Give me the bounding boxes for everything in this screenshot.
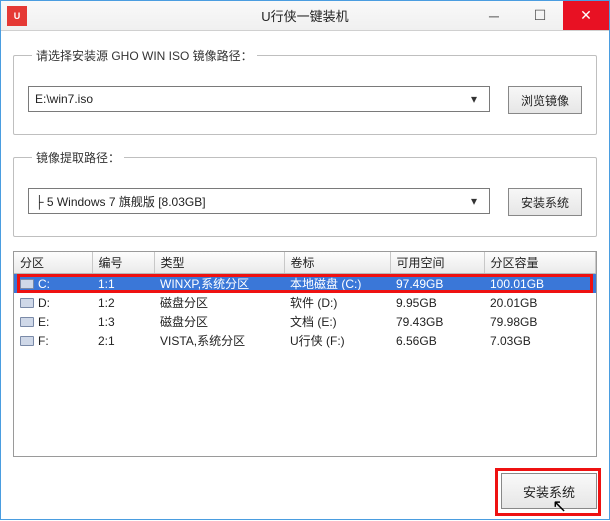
col-size[interactable]: 分区容量 (484, 252, 596, 274)
drive-icon (20, 317, 34, 327)
close-button[interactable]: ✕ (563, 1, 609, 30)
partition-table: 分区 编号 类型 卷标 可用空间 分区容量 C:1:1WINXP,系统分区本地磁… (14, 252, 596, 350)
app-window: U U行侠一键装机 ─ ☐ ✕ 请选择安装源 GHO WIN ISO 镜像路径：… (0, 0, 610, 520)
install-system-button-top[interactable]: 安装系统 (508, 188, 582, 216)
table-header-row: 分区 编号 类型 卷标 可用空间 分区容量 (14, 252, 596, 274)
extract-path-dropdown[interactable]: ├ 5 Windows 7 旗舰版 [8.03GB] ▾ (28, 188, 490, 214)
titlebar: U U行侠一键装机 ─ ☐ ✕ (1, 1, 609, 31)
partition-table-container: 分区 编号 类型 卷标 可用空间 分区容量 C:1:1WINXP,系统分区本地磁… (13, 251, 597, 457)
app-icon: U (7, 6, 27, 26)
browse-image-button[interactable]: 浏览镜像 (508, 86, 582, 114)
chevron-down-icon: ▾ (465, 194, 483, 208)
drive-icon (20, 336, 34, 346)
maximize-button[interactable]: ☐ (517, 1, 563, 30)
footer-bar: 安装系统 ↖ (13, 473, 597, 509)
window-controls: ─ ☐ ✕ (471, 1, 609, 30)
table-row[interactable]: E:1:3磁盘分区文档 (E:)79.43GB79.98GB (14, 312, 596, 331)
source-legend: 请选择安装源 GHO WIN ISO 镜像路径： (32, 47, 257, 64)
install-system-button-main[interactable]: 安装系统 ↖ (501, 473, 597, 509)
table-row[interactable]: F:2:1VISTA,系统分区U行侠 (F:)6.56GB7.03GB (14, 331, 596, 350)
source-group: 请选择安装源 GHO WIN ISO 镜像路径： E:\win7.iso ▾ 浏… (13, 47, 597, 135)
col-partition[interactable]: 分区 (14, 252, 92, 274)
table-row[interactable]: D:1:2磁盘分区软件 (D:)9.95GB20.01GB (14, 293, 596, 312)
drive-icon (20, 298, 34, 308)
source-path-dropdown[interactable]: E:\win7.iso ▾ (28, 86, 490, 112)
minimize-button[interactable]: ─ (471, 1, 517, 30)
col-type[interactable]: 类型 (154, 252, 284, 274)
chevron-down-icon: ▾ (465, 92, 483, 106)
drive-icon (20, 279, 34, 289)
extract-legend: 镜像提取路径： (32, 149, 124, 166)
col-free[interactable]: 可用空间 (390, 252, 484, 274)
extract-group: 镜像提取路径： ├ 5 Windows 7 旗舰版 [8.03GB] ▾ 安装系… (13, 149, 597, 237)
col-label[interactable]: 卷标 (284, 252, 390, 274)
table-row[interactable]: C:1:1WINXP,系统分区本地磁盘 (C:)97.49GB100.01GB (14, 274, 596, 294)
extract-path-value: ├ 5 Windows 7 旗舰版 [8.03GB] (35, 193, 465, 210)
source-path-value: E:\win7.iso (35, 92, 465, 106)
col-number[interactable]: 编号 (92, 252, 154, 274)
client-area: 请选择安装源 GHO WIN ISO 镜像路径： E:\win7.iso ▾ 浏… (1, 31, 609, 521)
